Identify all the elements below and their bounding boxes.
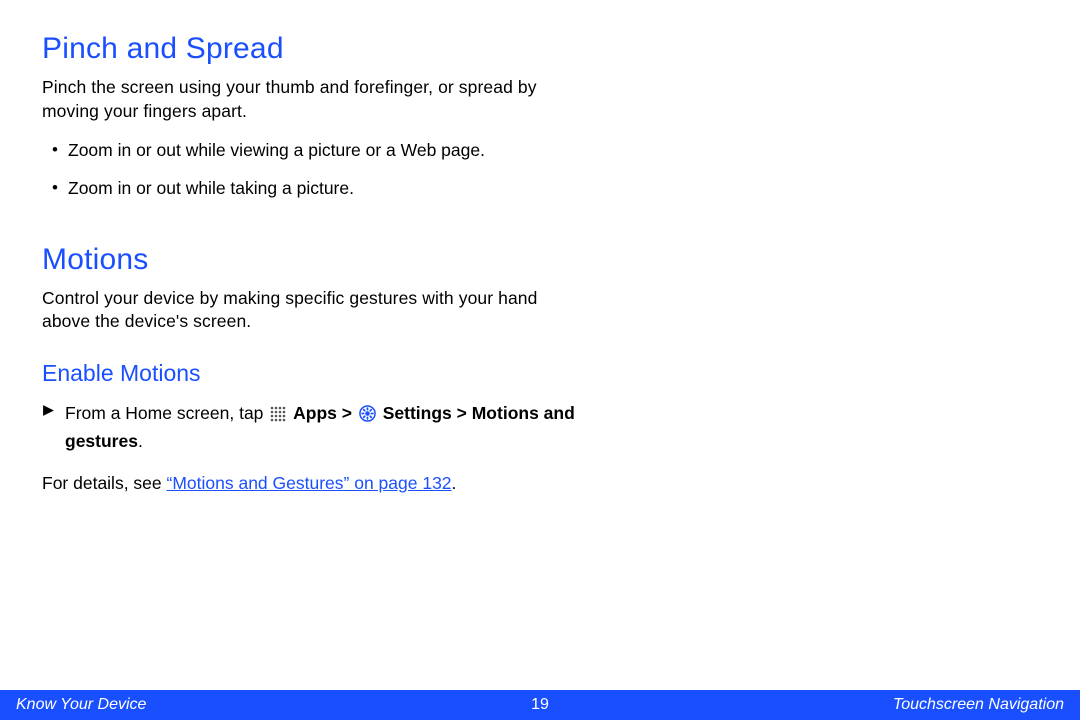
details-pre-text: For details, see [42, 473, 167, 493]
motions-gestures-link[interactable]: “Motions and Gestures” on page 132 [167, 473, 452, 493]
step-period: . [138, 431, 143, 451]
instruction-step: From a Home screen, tap Apps > [42, 401, 602, 455]
heading-enable-motions: Enable Motions [42, 360, 1038, 387]
instruction-text: From a Home screen, tap Apps > [65, 401, 602, 455]
list-item: Zoom in or out while taking a picture. [42, 177, 562, 201]
footer-chapter-title: Know Your Device [16, 696, 146, 714]
step-sep-1: > [337, 403, 357, 423]
apps-grid-icon [270, 404, 286, 429]
step-settings-label: Settings [383, 403, 452, 423]
footer-section-title: Touchscreen Navigation [893, 696, 1064, 714]
details-post-text: . [452, 473, 457, 493]
page-footer: Know Your Device 19 Touchscreen Navigati… [0, 690, 1080, 720]
settings-gear-icon [359, 404, 376, 429]
step-apps-label: Apps [293, 403, 337, 423]
list-item: Zoom in or out while viewing a picture o… [42, 139, 562, 163]
step-text-pre: From a Home screen, tap [65, 403, 268, 423]
details-paragraph: For details, see “Motions and Gestures” … [42, 473, 602, 494]
step-sep-2: > [452, 403, 472, 423]
page-number: 19 [531, 696, 549, 714]
heading-motions: Motions [42, 243, 1038, 277]
motions-intro-paragraph: Control your device by making specific g… [42, 287, 562, 334]
document-page: Pinch and Spread Pinch the screen using … [0, 0, 1080, 720]
heading-pinch-spread: Pinch and Spread [42, 32, 1038, 66]
pinch-intro-paragraph: Pinch the screen using your thumb and fo… [42, 76, 562, 123]
pinch-bullet-list: Zoom in or out while viewing a picture o… [42, 139, 562, 200]
play-triangle-icon [42, 404, 55, 417]
